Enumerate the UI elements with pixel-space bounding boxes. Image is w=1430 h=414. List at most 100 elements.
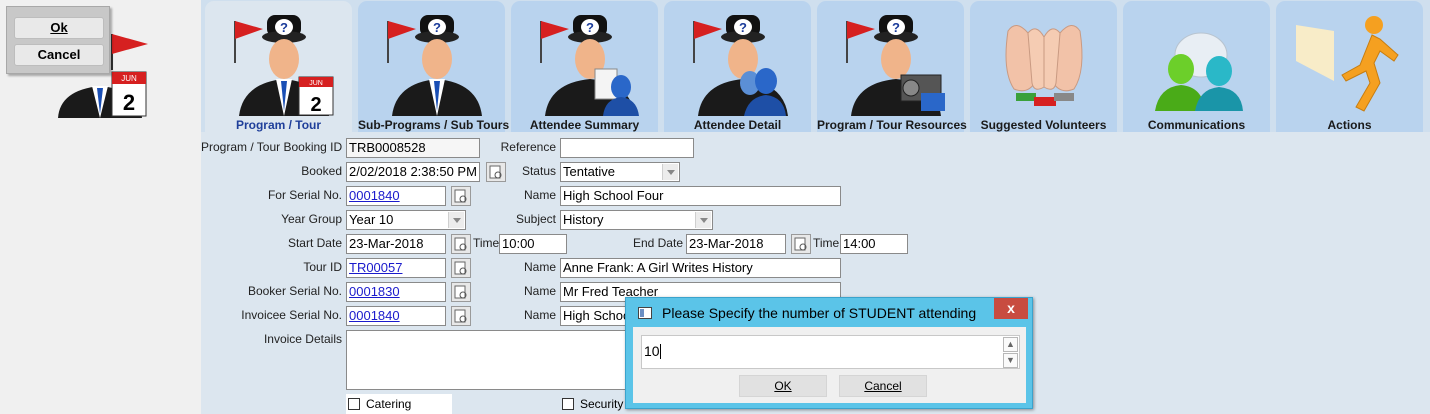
tab-program-tour-resources[interactable]: ? Program / Tour Resources <box>817 1 967 132</box>
svg-text:JUN: JUN <box>121 74 137 83</box>
tour-name-field[interactable]: Anne Frank: A Girl Writes History <box>560 258 841 278</box>
reference-label: Reference <box>500 140 556 154</box>
left-button-group: Ok Cancel <box>6 6 110 74</box>
tab-label: Program / Tour Resources <box>817 118 967 132</box>
for-name-label: Name <box>523 188 556 202</box>
tour-name-label: Name <box>523 260 556 274</box>
invoicee-serial-link[interactable]: 0001840 <box>346 306 446 326</box>
running-man-icon <box>1296 16 1399 112</box>
volunteers-hands-icon <box>1005 25 1083 106</box>
invoicee-name-label: Name <box>523 308 556 322</box>
booking-id-label: Program / Tour Booking ID <box>201 140 343 154</box>
window-icon <box>638 307 652 319</box>
chevron-up-icon: ▲ <box>1006 339 1015 349</box>
tour-id-label: Tour ID <box>303 260 342 274</box>
spin-up-button[interactable]: ▲ <box>1003 337 1018 352</box>
tab-label: Program / Tour <box>235 118 322 132</box>
program-tour-icon: ? JUN 2 <box>234 15 334 116</box>
start-date-calendar-button[interactable] <box>451 234 471 254</box>
tab-program-tour[interactable]: ? JUN 2 Program / Tour <box>205 1 352 132</box>
subject-select[interactable]: History <box>560 210 713 230</box>
cancel-button[interactable]: Cancel <box>14 44 104 66</box>
tab-suggested-volunteers[interactable]: Suggested Volunteers <box>970 1 1117 132</box>
tab-label: Sub-Programs / Sub Tours <box>358 118 510 132</box>
invoice-details-label: Invoice Details <box>263 332 342 346</box>
calendar-lookup-icon <box>794 237 807 251</box>
svg-text:?: ? <box>892 20 900 35</box>
booked-field[interactable]: 2/02/2018 2:38:50 PM <box>346 162 480 182</box>
status-label: Status <box>521 164 556 178</box>
end-time-field[interactable]: 14:00 <box>840 234 908 254</box>
tour-id-lookup-button[interactable] <box>451 258 471 278</box>
svg-text:?: ? <box>280 20 288 35</box>
security-checkbox-row[interactable]: Security <box>560 394 626 414</box>
calendar-lookup-icon <box>454 237 467 251</box>
svg-text:JUN: JUN <box>309 80 323 87</box>
tab-actions[interactable]: Actions <box>1276 1 1423 132</box>
booker-serial-label: Booker Serial No. <box>247 284 342 298</box>
invoicee-serial-label: Invoicee Serial No. <box>241 308 342 322</box>
svg-text:?: ? <box>739 20 747 35</box>
for-name-field[interactable]: High School Four <box>560 186 841 206</box>
tab-label: Communications <box>1147 118 1246 132</box>
close-button[interactable]: x <box>994 298 1028 319</box>
subject-label: Subject <box>515 212 556 226</box>
lookup-icon <box>454 261 467 275</box>
end-date-label: End Date <box>632 236 683 250</box>
booking-id-field[interactable]: TRB0008528 <box>346 138 480 158</box>
booker-name-label: Name <box>523 284 556 298</box>
tab-attendee-detail[interactable]: ? Attendee Detail <box>664 1 811 132</box>
year-group-label: Year Group <box>281 212 342 226</box>
chevron-down-icon <box>662 164 678 180</box>
text-caret <box>659 344 661 359</box>
tab-sub-programs[interactable]: ? Sub-Programs / Sub Tours <box>358 1 510 132</box>
booker-serial-link[interactable]: 0001830 <box>346 282 446 302</box>
catering-checkbox[interactable] <box>348 398 360 410</box>
student-count-input[interactable]: 10 ▲ ▼ <box>641 335 1020 369</box>
year-group-select[interactable]: Year 10 <box>346 210 466 230</box>
security-checkbox[interactable] <box>562 398 574 410</box>
dialog-body: 10 ▲ ▼ OK Cancel <box>633 327 1026 403</box>
catering-checkbox-row[interactable]: Catering <box>346 394 452 414</box>
invoice-details-textarea[interactable] <box>346 330 646 390</box>
year-group-value: Year 10 <box>349 212 394 227</box>
tab-label: Suggested Volunteers <box>980 118 1107 132</box>
sub-programs-icon: ? <box>387 15 482 116</box>
tab-label: Attendee Summary <box>529 118 640 132</box>
tab-label: Actions <box>1327 118 1372 132</box>
subject-value: History <box>563 212 604 227</box>
ok-button[interactable]: Ok <box>14 17 104 39</box>
spin-down-button[interactable]: ▼ <box>1003 353 1018 368</box>
student-count-value: 10 <box>644 343 660 359</box>
lookup-icon <box>454 309 467 323</box>
start-date-label: Start Date <box>287 236 342 250</box>
for-serial-lookup-button[interactable] <box>451 186 471 206</box>
svg-text:2: 2 <box>310 94 321 116</box>
dialog-cancel-button[interactable]: Cancel <box>839 375 927 397</box>
security-label: Security <box>580 397 624 411</box>
chevron-down-icon <box>448 212 464 228</box>
left-panel: Ok Cancel JUN 2 <box>0 0 200 414</box>
for-serial-link[interactable]: 0001840 <box>346 186 446 206</box>
end-date-calendar-button[interactable] <box>791 234 811 254</box>
attendee-detail-icon: ? <box>693 15 788 116</box>
end-date-field[interactable]: 23-Mar-2018 <box>686 234 786 254</box>
start-date-field[interactable]: 23-Mar-2018 <box>346 234 446 254</box>
catering-label: Catering <box>366 397 412 411</box>
start-time-field[interactable]: 10:00 <box>499 234 567 254</box>
dialog-ok-button[interactable]: OK <box>739 375 827 397</box>
reference-field[interactable] <box>560 138 694 158</box>
for-serial-label: For Serial No. <box>267 188 342 202</box>
tour-id-link[interactable]: TR00057 <box>346 258 446 278</box>
lookup-icon <box>454 189 467 203</box>
booker-serial-lookup-button[interactable] <box>451 282 471 302</box>
chevron-down-icon: ▼ <box>1006 355 1015 365</box>
communications-people-icon <box>1155 32 1243 111</box>
status-select[interactable]: Tentative <box>560 162 680 182</box>
start-time-label: Time <box>473 236 500 250</box>
student-count-dialog: Please Specify the number of STUDENT att… <box>625 297 1033 409</box>
invoicee-serial-lookup-button[interactable] <box>451 306 471 326</box>
tab-strip: ? JUN 2 Program / Tour ? Sub-Programs / … <box>201 0 1430 132</box>
tab-communications[interactable]: Communications <box>1123 1 1270 132</box>
tab-attendee-summary[interactable]: ? Attendee Summary <box>511 1 658 132</box>
